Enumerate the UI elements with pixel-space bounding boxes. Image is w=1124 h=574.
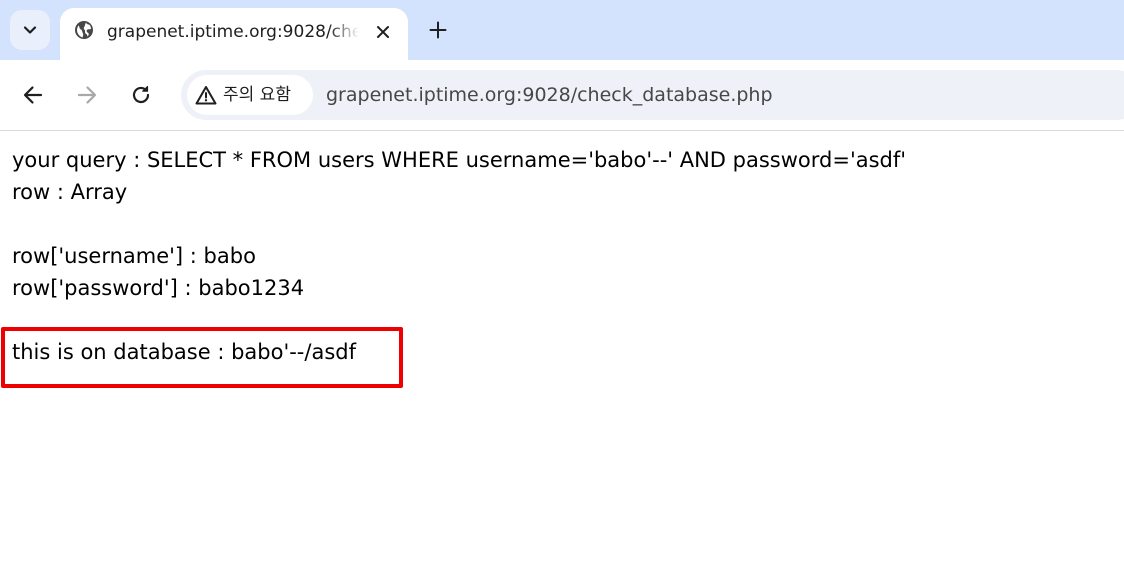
query-line: your query : SELECT * FROM users WHERE u… <box>12 148 907 172</box>
arrow-right-icon <box>77 86 97 104</box>
security-indicator-chip[interactable]: 주의 요함 <box>187 75 313 115</box>
forward-button[interactable] <box>73 81 101 109</box>
username-line: row['username'] : babo <box>12 244 256 268</box>
close-icon <box>377 26 389 38</box>
arrow-left-icon <box>23 86 43 104</box>
plus-icon <box>429 21 447 39</box>
browser-toolbar: 주의 요함 grapenet.iptime.org:9028/check_dat… <box>0 60 1124 131</box>
back-button[interactable] <box>19 81 47 109</box>
new-tab-button[interactable] <box>424 16 452 44</box>
globe-icon <box>75 21 93 39</box>
password-line: row['password'] : babo1234 <box>12 276 305 300</box>
tab-strip: grapenet.iptime.org:9028/check_database.… <box>0 0 1124 60</box>
warning-triangle-icon <box>195 86 217 105</box>
active-tab[interactable]: grapenet.iptime.org:9028/check_database.… <box>60 8 408 60</box>
reload-button[interactable] <box>127 81 155 109</box>
row-line: row : Array <box>12 180 128 204</box>
chevron-down-icon <box>23 26 37 34</box>
highlight-annotation-box <box>1 327 403 388</box>
close-tab-button[interactable] <box>372 21 394 43</box>
address-bar[interactable]: 주의 요함 grapenet.iptime.org:9028/check_dat… <box>181 70 1124 120</box>
reload-icon <box>132 85 150 104</box>
tab-title: grapenet.iptime.org:9028/check_database.… <box>107 22 359 42</box>
tab-search-button[interactable] <box>10 10 50 50</box>
url-text[interactable]: grapenet.iptime.org:9028/check_database.… <box>326 83 773 107</box>
security-chip-label: 주의 요함 <box>223 85 291 105</box>
